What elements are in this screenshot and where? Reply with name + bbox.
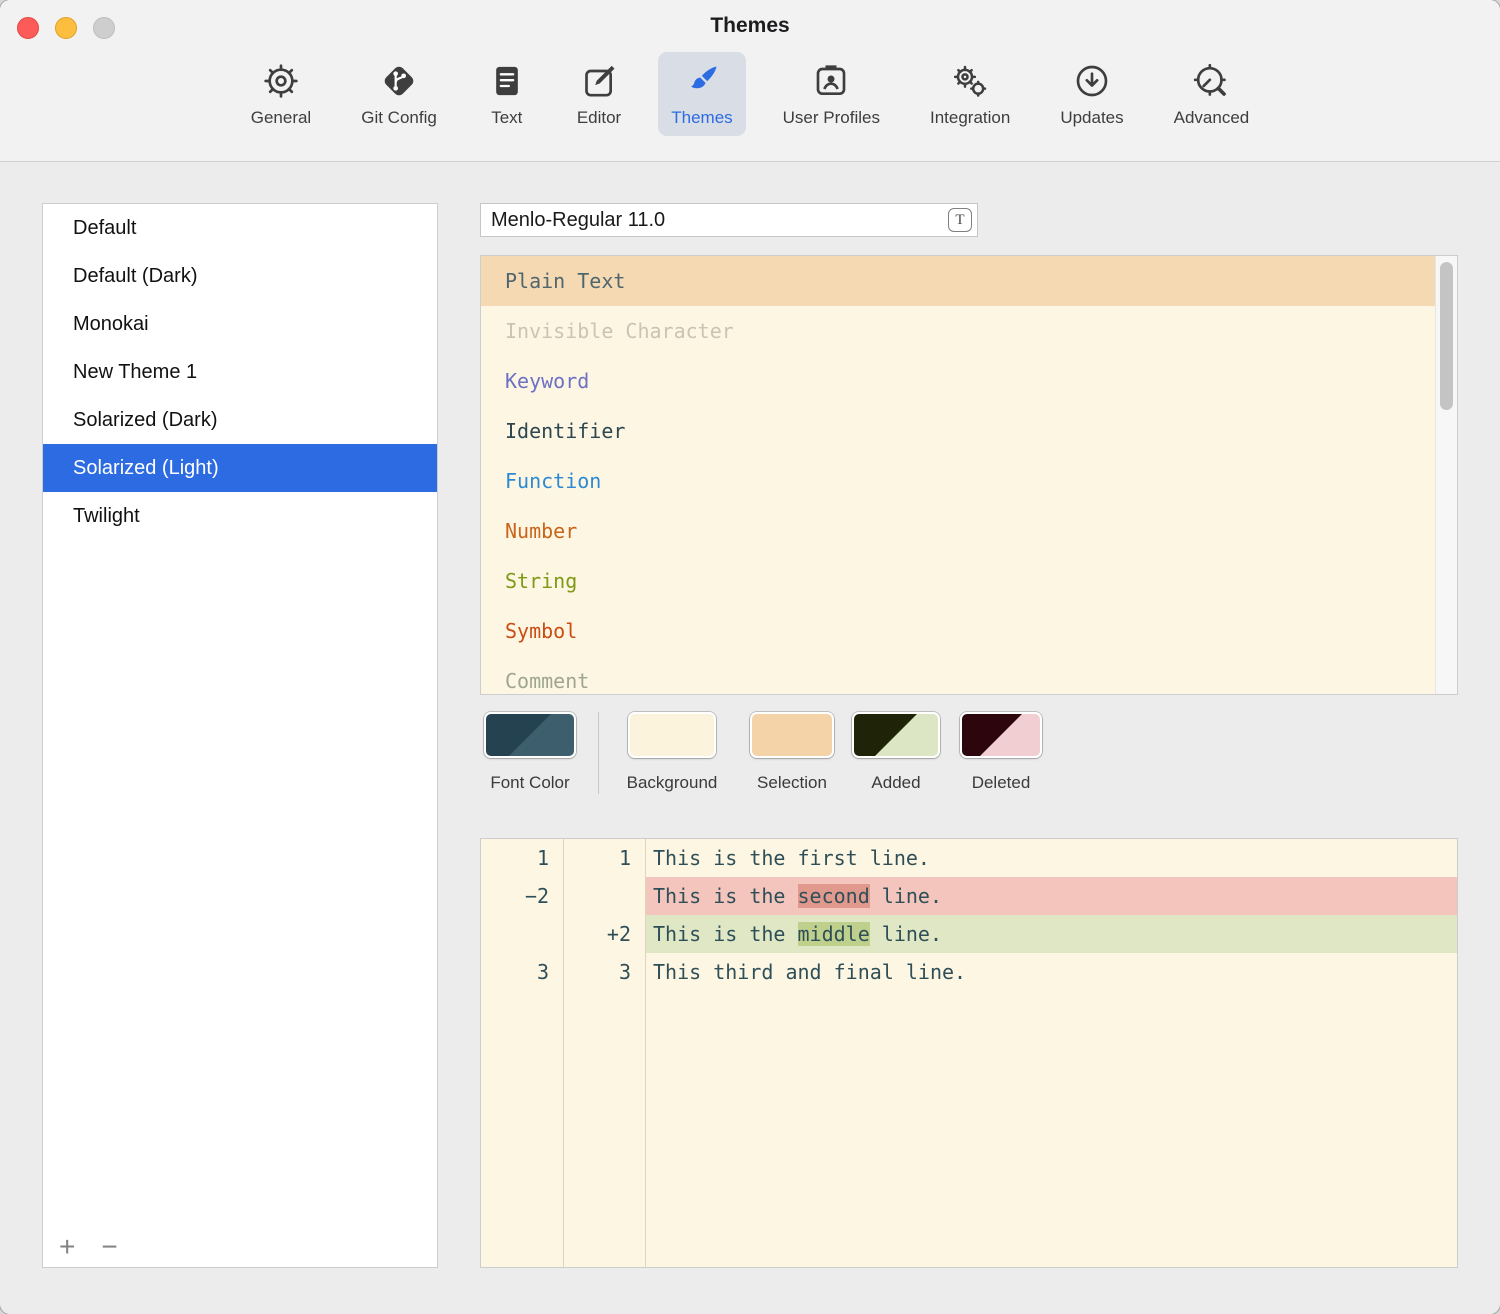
toolbar-item-label: Advanced (1174, 108, 1250, 128)
style-preview: Plain Text Invisible Character Keyword I… (480, 255, 1458, 695)
gutter-separator (563, 839, 564, 1267)
background-color-well[interactable] (628, 712, 716, 758)
preview-row-invisible-character[interactable]: Invisible Character (481, 306, 1457, 356)
old-line-number: −2 (481, 877, 563, 915)
preview-scrollbar[interactable] (1435, 256, 1457, 694)
code-text: This is the first line. (645, 839, 1457, 877)
toolbar-item-integration[interactable]: Integration (917, 52, 1023, 136)
swatch-divider (598, 712, 599, 794)
toolbar-item-label: Editor (577, 108, 621, 128)
remove-theme-button[interactable]: − (101, 1233, 117, 1261)
theme-row-new-theme-1[interactable]: New Theme 1 (43, 348, 437, 396)
download-circle-icon (1072, 59, 1112, 103)
font-picker-button[interactable]: T (948, 208, 972, 232)
code-text: This third and final line. (645, 953, 1457, 991)
preview-row-keyword[interactable]: Keyword (481, 356, 1457, 406)
deleted-color-well[interactable] (960, 712, 1042, 758)
code-segment: This is the (653, 884, 798, 908)
toolbar-item-updates[interactable]: Updates (1047, 52, 1136, 136)
new-line-number: 3 (563, 953, 645, 991)
toolbar-item-label: Themes (671, 108, 732, 128)
gutter-separator (645, 839, 646, 1267)
preview-row-plain-text[interactable]: Plain Text (481, 256, 1457, 306)
deleted-color-label: Deleted (956, 773, 1046, 793)
preview-row-symbol[interactable]: Symbol (481, 606, 1457, 656)
toolbar-item-label: Updates (1060, 108, 1123, 128)
code-segment: This is the (653, 922, 798, 946)
theme-list-footer: + − (59, 1233, 118, 1261)
toolbar-item-label: Git Config (361, 108, 437, 128)
preview-row-string[interactable]: String (481, 556, 1457, 606)
theme-row-default-dark[interactable]: Default (Dark) (43, 252, 437, 300)
toolbar-item-user-profiles[interactable]: User Profiles (770, 52, 893, 136)
diff-row-deleted: −2 This is the second line. (481, 877, 1457, 915)
font-color-well[interactable] (484, 712, 576, 758)
diff-row-added: +2 This is the middle line. (481, 915, 1457, 953)
old-line-number: 1 (481, 839, 563, 877)
document-icon (487, 59, 527, 103)
color-well-group-selection: Selection (742, 712, 842, 793)
preview-row-number[interactable]: Number (481, 506, 1457, 556)
color-well-group-font: Font Color (480, 712, 580, 793)
deleted-word-highlight: second (798, 884, 870, 908)
theme-row-solarized-dark[interactable]: Solarized (Dark) (43, 396, 437, 444)
color-well-group-added: Added (850, 712, 942, 793)
new-line-number: 1 (563, 839, 645, 877)
scrollbar-thumb[interactable] (1440, 262, 1453, 410)
preview-row-identifier[interactable]: Identifier (481, 406, 1457, 456)
font-field[interactable]: T (480, 203, 978, 237)
color-well-group-background: Background (614, 712, 730, 793)
code-text: This is the middle line. (645, 915, 1457, 953)
toolbar-item-text[interactable]: Text (474, 52, 540, 136)
font-color-label: Font Color (480, 773, 580, 793)
pencil-square-icon (579, 59, 619, 103)
added-word-highlight: middle (798, 922, 870, 946)
preview-row-function[interactable]: Function (481, 456, 1457, 506)
code-text: This is the second line. (645, 877, 1457, 915)
gears-icon (950, 59, 990, 103)
added-color-label: Added (850, 773, 942, 793)
title-bar: Themes General (0, 0, 1500, 162)
toolbar-item-label: User Profiles (783, 108, 880, 128)
theme-list: Default Default (Dark) Monokai New Theme… (42, 203, 438, 1268)
toolbar-item-label: Integration (930, 108, 1010, 128)
theme-row-monokai[interactable]: Monokai (43, 300, 437, 348)
toolbar-item-advanced[interactable]: Advanced (1161, 52, 1263, 136)
color-well-group-deleted: Deleted (956, 712, 1046, 793)
toolbar-item-themes[interactable]: Themes (658, 52, 745, 136)
add-theme-button[interactable]: + (59, 1233, 75, 1261)
preferences-window: Themes General (0, 0, 1500, 1314)
badge-icon (811, 59, 851, 103)
toolbar-item-git-config[interactable]: Git Config (348, 52, 450, 136)
gear-icon (261, 59, 301, 103)
old-line-number (481, 915, 563, 953)
toolbar-item-editor[interactable]: Editor (564, 52, 634, 136)
dial-icon (1191, 59, 1231, 103)
code-segment: line. (870, 884, 942, 908)
new-line-number: +2 (563, 915, 645, 953)
diff-row-context-1: 1 1 This is the first line. (481, 839, 1457, 877)
background-color-label: Background (614, 773, 730, 793)
theme-row-default[interactable]: Default (43, 204, 437, 252)
window-title: Themes (0, 14, 1500, 38)
new-line-number (563, 877, 645, 915)
old-line-number: 3 (481, 953, 563, 991)
toolbar-item-label: Text (491, 108, 522, 128)
code-segment: line. (870, 922, 942, 946)
preview-row-comment[interactable]: Comment (481, 656, 1457, 695)
git-icon (379, 59, 419, 103)
toolbar: General Git Config (0, 52, 1500, 136)
selection-color-label: Selection (742, 773, 842, 793)
paintbrush-icon (682, 59, 722, 103)
toolbar-item-general[interactable]: General (238, 52, 324, 136)
selection-color-well[interactable] (750, 712, 834, 758)
toolbar-item-label: General (251, 108, 311, 128)
diff-row-context-2: 3 3 This third and final line. (481, 953, 1457, 991)
added-color-well[interactable] (852, 712, 940, 758)
font-field-value[interactable] (491, 204, 921, 236)
theme-row-twilight[interactable]: Twilight (43, 492, 437, 540)
theme-row-solarized-light[interactable]: Solarized (Light) (43, 444, 437, 492)
diff-preview: 1 1 This is the first line. −2 This is t… (480, 838, 1458, 1268)
